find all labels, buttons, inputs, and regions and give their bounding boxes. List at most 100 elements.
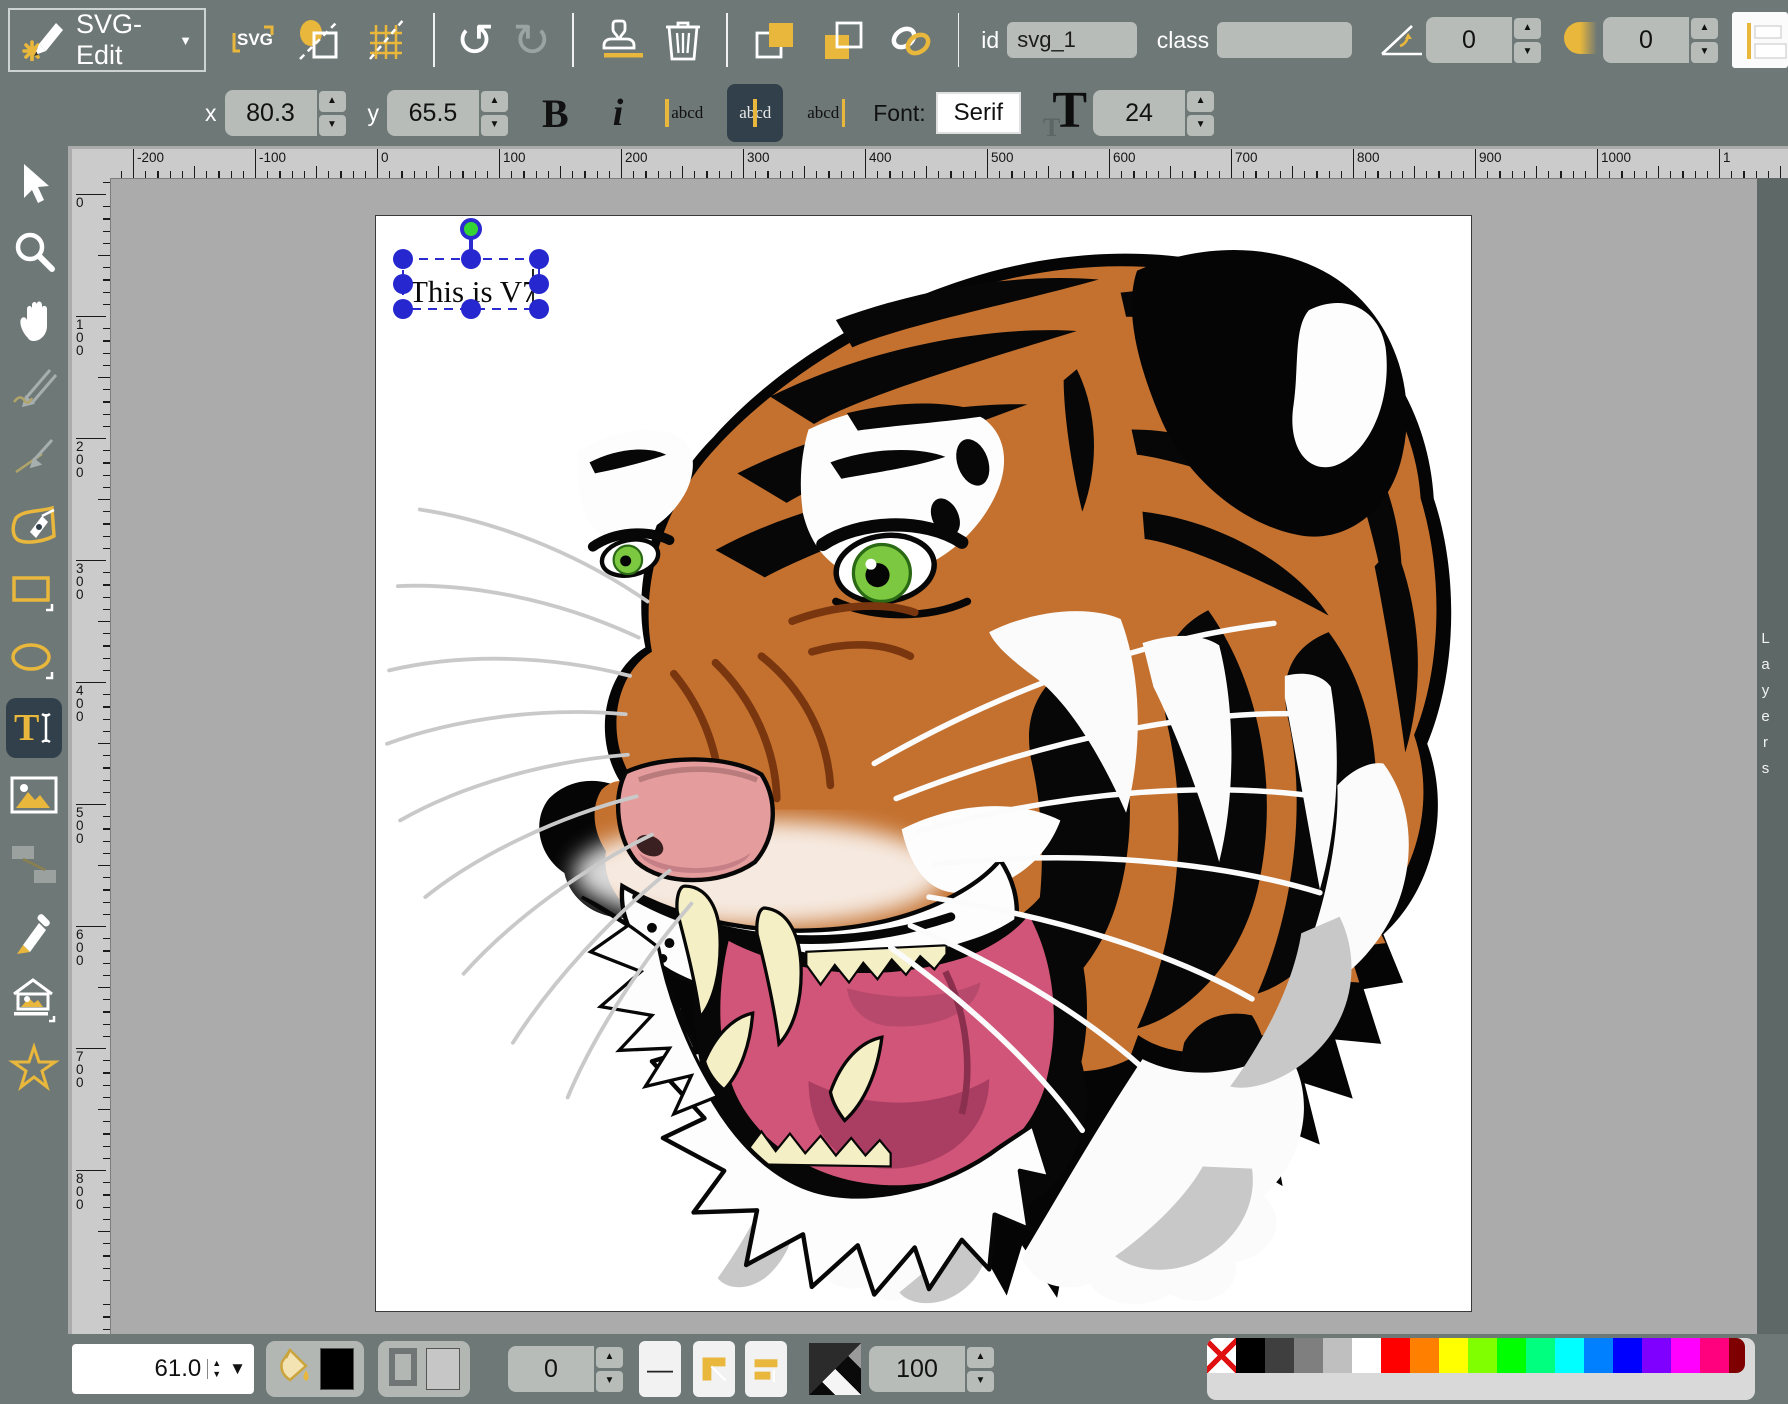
- tool-select[interactable]: [6, 154, 62, 214]
- palette-swatch[interactable]: [1700, 1338, 1729, 1373]
- fill-control[interactable]: [266, 1341, 364, 1397]
- x-input[interactable]: 80.3: [225, 90, 317, 136]
- rotation-down-button[interactable]: ▼: [1514, 42, 1541, 63]
- tool-pan[interactable]: [6, 290, 62, 350]
- tool-rect[interactable]: [6, 562, 62, 622]
- stroke-width-input[interactable]: 0: [508, 1346, 594, 1392]
- tool-path[interactable]: [6, 494, 62, 554]
- palette-swatch[interactable]: [1207, 1338, 1236, 1373]
- toolbar-separator: [572, 13, 574, 67]
- palette-swatch[interactable]: [1265, 1338, 1294, 1373]
- palette-swatch[interactable]: [1729, 1338, 1745, 1373]
- undo-button[interactable]: ↺: [456, 17, 495, 63]
- layers-panel-tab[interactable]: Layers: [1757, 178, 1788, 1334]
- font-size-input[interactable]: 24: [1093, 90, 1185, 136]
- text-anchor-end-button[interactable]: abcd: [795, 84, 851, 142]
- stroke-dash-button[interactable]: —: [639, 1341, 681, 1397]
- tool-image[interactable]: [6, 766, 62, 826]
- palette-swatch[interactable]: [1613, 1338, 1642, 1373]
- blur-input[interactable]: 0: [1603, 17, 1689, 63]
- y-input[interactable]: 65.5: [387, 90, 479, 136]
- tool-line[interactable]: [6, 426, 62, 486]
- align-button[interactable]: [1732, 12, 1788, 68]
- text-anchor-start-button[interactable]: abcd: [659, 84, 715, 142]
- tool-eyedropper[interactable]: [6, 902, 62, 962]
- tool-pencil[interactable]: [6, 358, 62, 418]
- tool-shape-library[interactable]: [6, 970, 62, 1030]
- tool-ellipse[interactable]: [6, 630, 62, 690]
- class-input[interactable]: [1217, 22, 1352, 58]
- palette-swatch[interactable]: [1555, 1338, 1584, 1373]
- tool-star[interactable]: [6, 1038, 62, 1098]
- ruler-left-label: 6 0 0: [76, 926, 106, 967]
- toolbar-separator: [726, 13, 728, 67]
- zoom-up-button[interactable]: ▲: [212, 1359, 221, 1368]
- y-up-button[interactable]: ▲: [481, 91, 508, 112]
- tool-zoom[interactable]: [6, 222, 62, 282]
- opacity-up-button[interactable]: ▲: [967, 1347, 994, 1368]
- palette-swatch[interactable]: [1236, 1338, 1265, 1373]
- clone-button[interactable]: [595, 15, 643, 65]
- top-toolbar: SVG-Edit ▼ SVG: [0, 0, 1788, 80]
- font-size-up-button[interactable]: ▲: [1187, 91, 1214, 112]
- zoom-down-button[interactable]: ▼: [212, 1370, 221, 1379]
- palette-swatch[interactable]: [1439, 1338, 1468, 1373]
- stroke-control[interactable]: [378, 1341, 470, 1397]
- y-down-button[interactable]: ▼: [481, 115, 508, 136]
- x-up-button[interactable]: ▲: [319, 91, 346, 112]
- grid-snap-button[interactable]: [362, 15, 412, 65]
- tool-connector[interactable]: [6, 834, 62, 894]
- palette-swatch[interactable]: [1526, 1338, 1555, 1373]
- stroke-width-spinbox: 0 ▲ ▼: [508, 1346, 623, 1392]
- fill-color-swatch[interactable]: [320, 1348, 354, 1390]
- palette-swatch[interactable]: [1381, 1338, 1410, 1373]
- text-anchor-middle-button[interactable]: abcd: [727, 84, 783, 142]
- stroke-color-swatch[interactable]: [426, 1348, 460, 1390]
- rotate-grip[interactable]: [462, 220, 480, 238]
- svg-canvas[interactable]: This is V7: [375, 215, 1472, 1312]
- palette-swatch[interactable]: [1468, 1338, 1497, 1373]
- ruler-top-label: -100: [255, 149, 286, 178]
- palette-swatch[interactable]: [1352, 1338, 1381, 1373]
- send-to-back-button[interactable]: [817, 15, 867, 65]
- linejoin-button[interactable]: [693, 1341, 735, 1397]
- zoom-input[interactable]: 61.0: [80, 1355, 207, 1383]
- id-input[interactable]: svg_1: [1007, 22, 1137, 58]
- workarea[interactable]: -200-10001002003004005006007008009001000…: [68, 146, 1788, 1334]
- font-family-button[interactable]: Serif: [936, 92, 1021, 134]
- zoom-dropdown-button[interactable]: ▼: [229, 1359, 246, 1379]
- opacity-input[interactable]: 100: [869, 1346, 965, 1392]
- bring-to-front-button[interactable]: [749, 15, 799, 65]
- stroke-width-up-button[interactable]: ▲: [596, 1347, 623, 1368]
- x-down-button[interactable]: ▼: [319, 115, 346, 136]
- linecap-button[interactable]: [745, 1341, 787, 1397]
- palette-swatch[interactable]: [1671, 1338, 1700, 1373]
- blur-up-button[interactable]: ▲: [1691, 18, 1718, 39]
- palette-swatch[interactable]: [1497, 1338, 1526, 1373]
- tool-text[interactable]: T: [6, 698, 62, 758]
- opacity-spinbox: 100 ▲ ▼: [869, 1346, 994, 1392]
- ruler-left-label: 5 0 0: [76, 804, 106, 845]
- ruler-left-label: 1 0 0: [76, 316, 106, 357]
- palette-swatch[interactable]: [1410, 1338, 1439, 1373]
- redo-button[interactable]: ↻: [512, 17, 551, 63]
- ruler-left-label: 3 0 0: [76, 560, 106, 601]
- italic-button[interactable]: i: [613, 91, 624, 135]
- palette-swatch[interactable]: [1323, 1338, 1352, 1373]
- rotation-input[interactable]: 0: [1426, 17, 1512, 63]
- opacity-down-button[interactable]: ▼: [967, 1371, 994, 1392]
- source-view-button[interactable]: SVG: [228, 19, 276, 61]
- stroke-width-down-button[interactable]: ▼: [596, 1371, 623, 1392]
- font-size-down-button[interactable]: ▼: [1187, 115, 1214, 136]
- palette-swatch[interactable]: [1294, 1338, 1323, 1373]
- palette-swatch[interactable]: [1584, 1338, 1613, 1373]
- bold-button[interactable]: B: [542, 90, 569, 137]
- link-button[interactable]: [885, 18, 937, 62]
- rotation-up-button[interactable]: ▲: [1514, 18, 1541, 39]
- main-menu-button[interactable]: SVG-Edit ▼: [8, 8, 206, 72]
- blur-down-button[interactable]: ▼: [1691, 42, 1718, 63]
- delete-button[interactable]: [661, 15, 705, 65]
- palette-swatch[interactable]: [1642, 1338, 1671, 1373]
- svg-text:SVG: SVG: [237, 30, 273, 49]
- shape-image-button[interactable]: [294, 15, 344, 65]
